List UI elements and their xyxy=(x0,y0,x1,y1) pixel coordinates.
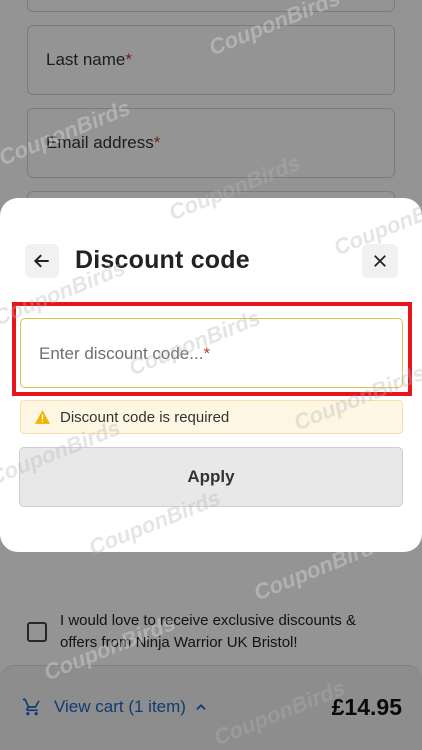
input-highlight-box xyxy=(12,302,412,396)
modal-title: Discount code xyxy=(75,246,250,274)
close-icon xyxy=(374,255,386,267)
warning-icon xyxy=(35,410,50,424)
warning-text: Discount code is required xyxy=(60,408,230,426)
arrow-left-icon xyxy=(33,254,49,268)
validation-warning: Discount code is required xyxy=(20,400,403,434)
close-button[interactable] xyxy=(362,244,398,278)
back-button[interactable] xyxy=(25,244,59,278)
discount-code-modal: Discount code Enter discount code...* Di… xyxy=(0,198,422,552)
apply-button[interactable]: Apply xyxy=(19,447,403,507)
